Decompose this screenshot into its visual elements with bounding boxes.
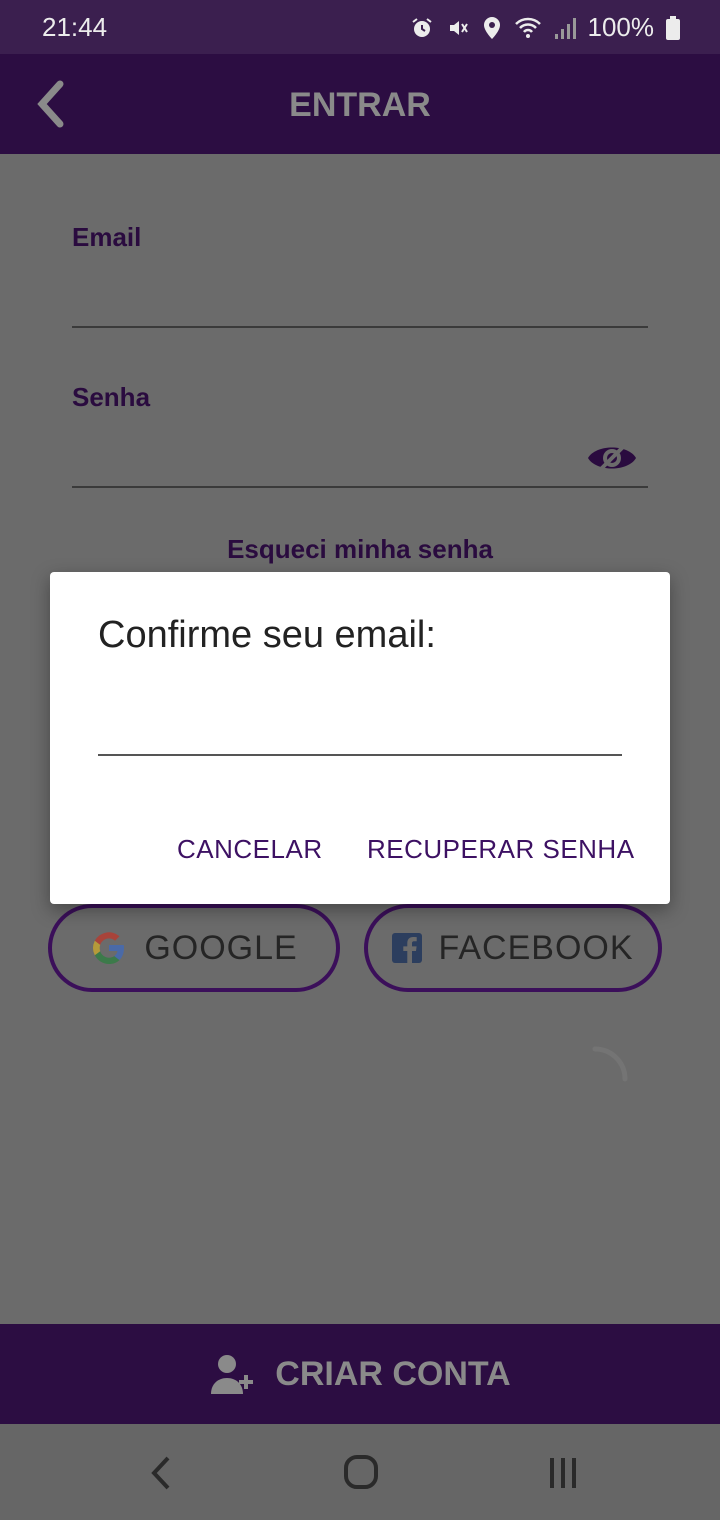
loading-spinner [592,1046,628,1082]
status-bar: 21:44 100% [0,0,720,54]
email-label: Email [72,222,142,252]
nav-recents-button[interactable] [538,1450,588,1496]
status-time: 21:44 [42,12,108,42]
nav-home-icon [344,1455,378,1489]
system-nav-bar [0,1424,720,1520]
page-title: ENTRAR [289,86,431,124]
cancel-button[interactable]: CANCELAR [177,834,323,865]
location-icon [483,16,500,39]
wifi-icon [514,17,541,38]
password-label: Senha [72,382,151,412]
forgot-password-link[interactable]: Esqueci minha senha [0,534,720,565]
facebook-label: FACEBOOK [438,928,634,967]
battery-percentage: 100% [587,12,655,42]
password-field[interactable] [72,486,648,488]
confirm-email-dialog: Confirme seu email: CANCELAR RECUPERAR S… [50,572,670,904]
status-icons: 100% [410,12,680,43]
create-account-label: CRIAR CONTA [275,1354,511,1393]
nav-recents-icon [550,1458,576,1488]
eye-off-icon[interactable] [586,438,638,478]
facebook-icon [392,933,423,963]
nav-back-button[interactable] [136,1450,186,1496]
facebook-login-button[interactable]: FACEBOOK [364,904,662,992]
google-icon [93,932,125,964]
dialog-title: Confirme seu email: [98,614,436,656]
email-field[interactable] [72,326,648,328]
battery-icon [666,15,680,40]
nav-home-button[interactable] [336,1450,386,1496]
google-label: GOOGLE [144,928,298,967]
create-account-button[interactable]: CRIAR CONTA [0,1324,720,1424]
google-login-button[interactable]: GOOGLE [48,904,340,992]
app-bar: ENTRAR [0,54,720,154]
add-user-icon [211,1355,254,1394]
recover-password-button[interactable]: RECUPERAR SENHA [367,834,635,865]
mute-icon [449,20,468,35]
nav-back-icon [151,1456,170,1490]
confirm-email-input[interactable] [98,700,622,756]
alarm-icon [411,17,432,37]
signal-icon [554,17,576,39]
